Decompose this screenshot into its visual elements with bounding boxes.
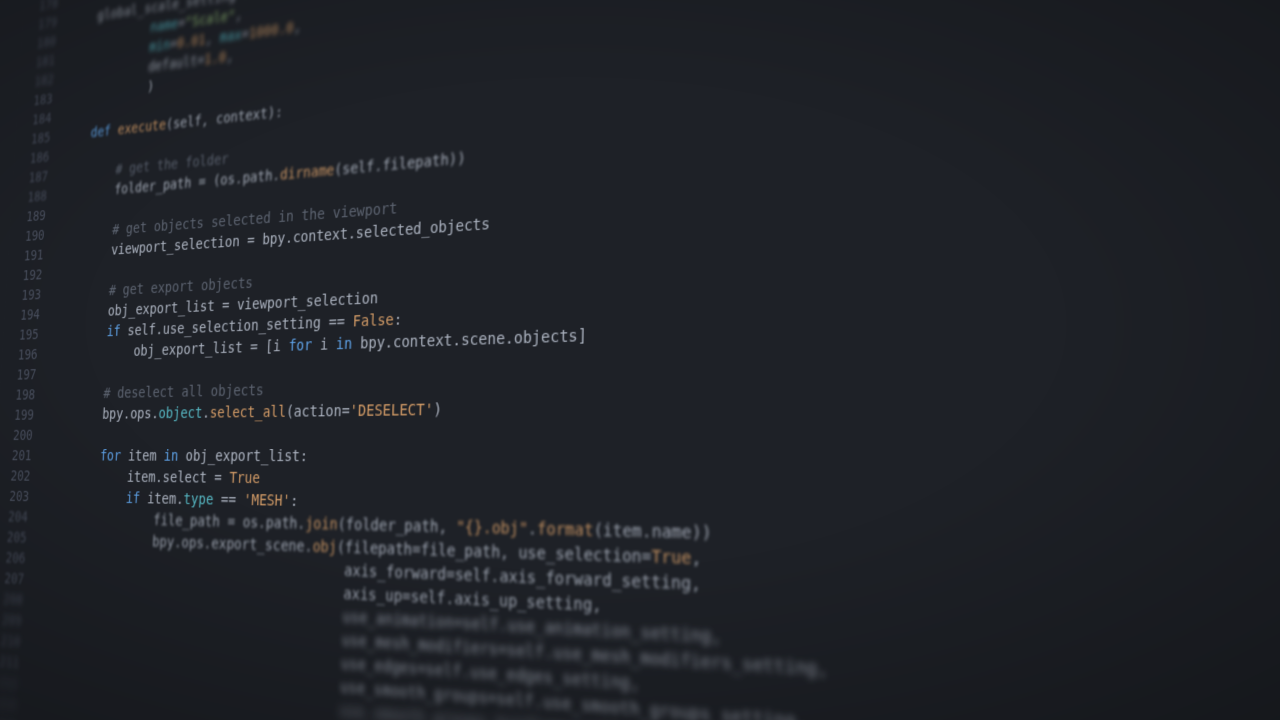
- line-number: 200: [0, 426, 33, 446]
- line-number: 192: [6, 265, 42, 287]
- line-number: 205: [0, 527, 27, 549]
- code-editor[interactable]: 1771781791801811821831841851861871881891…: [0, 0, 1280, 720]
- line-number: 207: [0, 568, 25, 590]
- line-number: 204: [0, 507, 28, 528]
- line-number: 206: [0, 547, 26, 569]
- code-area[interactable]: default='Y', ) global_scale_setting = Fl…: [15, 0, 1280, 720]
- line-number: 198: [0, 385, 36, 406]
- line-number: 190: [9, 226, 45, 248]
- line-number: 208: [0, 588, 24, 611]
- line-number: 202: [0, 466, 31, 487]
- line-number: 191: [8, 245, 44, 267]
- line-number: 210: [0, 630, 21, 653]
- line-number: 194: [4, 305, 41, 327]
- line-number: 213: [0, 692, 17, 716]
- line-number: 201: [0, 446, 32, 466]
- line-number: 203: [0, 486, 30, 507]
- line-number: 212: [0, 671, 19, 695]
- line-number: 211: [0, 650, 20, 674]
- line-number: 199: [0, 405, 34, 426]
- editor-window: 1771781791801811821831841851861871881891…: [0, 0, 1280, 720]
- line-number: 195: [3, 325, 40, 346]
- line-number: 209: [0, 609, 22, 632]
- line-number: 197: [0, 365, 37, 386]
- line-number: 196: [1, 345, 38, 366]
- line-number: 193: [5, 285, 41, 307]
